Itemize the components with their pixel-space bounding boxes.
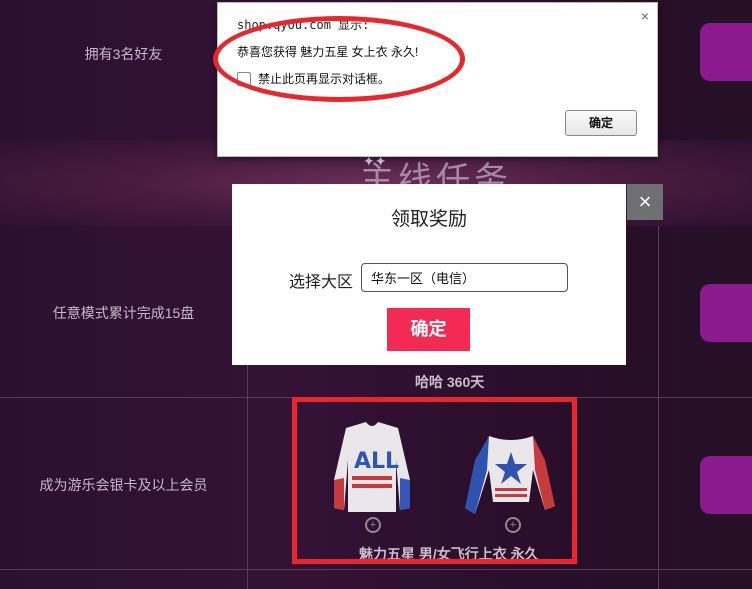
server-select[interactable]: 华东一区（电信）	[361, 263, 568, 292]
highlight-rectangle	[292, 397, 577, 564]
reward-confirm-button[interactable]: 确定	[387, 308, 470, 351]
task-row-2-claim-button[interactable]	[700, 284, 752, 342]
reward-modal-title: 领取奖励	[390, 209, 467, 230]
highlight-ellipse	[213, 16, 465, 102]
task-row-3-label: 成为游乐会银卡及以上会员	[39, 477, 208, 493]
close-icon[interactable]: ×	[627, 184, 663, 220]
task-row-1-claim-button[interactable]	[700, 23, 752, 81]
alert-ok-button[interactable]: 确定	[565, 110, 637, 136]
task-row-2-prize-text: 哈哈 360天	[415, 374, 485, 390]
column-divider-right	[658, 226, 659, 589]
task-row-1-label: 拥有3名好友	[84, 46, 163, 62]
server-select-label: 选择大区	[289, 274, 354, 291]
task-row-2-label: 任意模式累计完成15盘	[52, 305, 195, 321]
reward-modal: 领取奖励 选择大区 华东一区（电信） 确定	[232, 184, 626, 365]
task-row-3-claim-button[interactable]	[700, 456, 752, 514]
alert-close-icon[interactable]: ×	[641, 8, 649, 24]
